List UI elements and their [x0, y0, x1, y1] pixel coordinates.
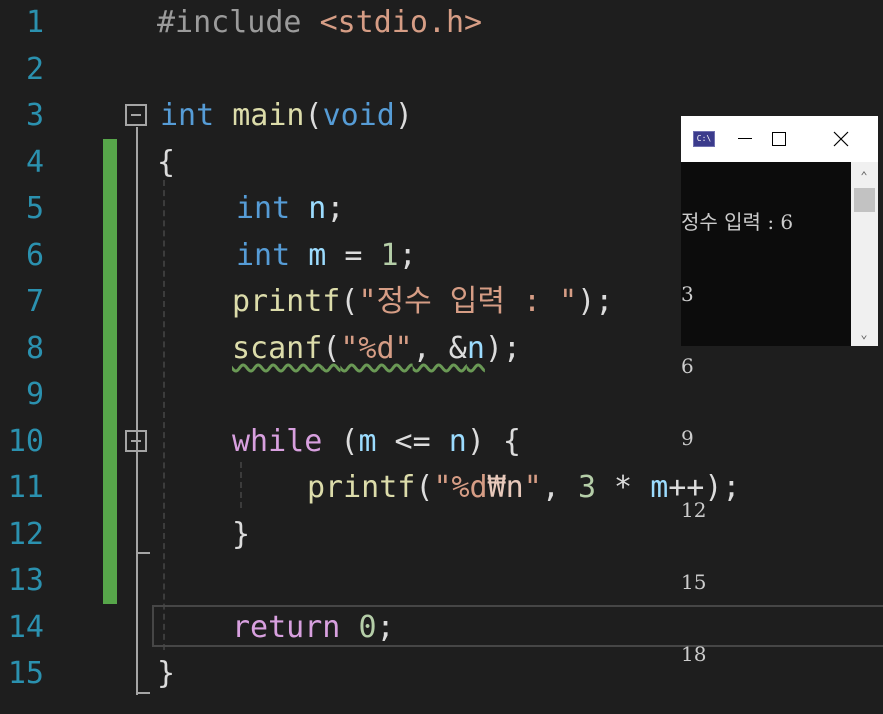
number-literal: 1	[380, 237, 399, 273]
operator: =	[326, 237, 381, 273]
line-number: 3	[25, 98, 44, 133]
code-line-3[interactable]: int main(void)	[160, 93, 413, 140]
close-button[interactable]	[818, 116, 864, 162]
punctuation: , &	[412, 330, 467, 366]
indent-guide	[240, 462, 242, 508]
console-scrollbar[interactable]: ⌃ ⌄	[851, 162, 878, 346]
code-line-4[interactable]: {	[157, 140, 175, 187]
scroll-up-arrow-icon[interactable]: ⌃	[857, 170, 871, 182]
function-name: printf	[232, 284, 341, 319]
paren: );	[484, 330, 521, 366]
output-line: 12	[681, 498, 707, 522]
code-line-12[interactable]: }	[232, 512, 250, 559]
include-header: <stdio.h>	[319, 5, 483, 40]
number-literal: 3	[577, 470, 596, 505]
variable: m	[358, 423, 377, 459]
keyword: int	[236, 237, 291, 273]
paren: (	[304, 98, 323, 133]
semicolon: ;	[376, 609, 395, 645]
maximize-button[interactable]	[756, 116, 802, 162]
escape-sequence: ₩n	[487, 470, 524, 505]
line-number: 8	[25, 330, 44, 366]
minimize-icon	[738, 138, 752, 139]
number-literal: 0	[358, 609, 377, 645]
line-number: 1	[25, 5, 44, 40]
code-line-8[interactable]: scanf("%d", &n);	[232, 326, 521, 373]
console-app-icon: C:\	[693, 131, 715, 147]
variable: n	[466, 330, 485, 366]
paren: (	[322, 423, 359, 459]
console-titlebar[interactable]: C:\	[681, 116, 878, 162]
code-line-14[interactable]: return 0;	[232, 605, 395, 652]
punctuation: ,	[541, 470, 578, 505]
outline-end-tick	[136, 552, 150, 554]
output-line: 15	[681, 570, 707, 594]
console-window[interactable]: C:\ 정수 입력 : 6 3 6 9 12 15 18 ⌃ ⌄	[681, 116, 878, 666]
line-number: 13	[7, 563, 44, 598]
line-number: 14	[7, 609, 44, 645]
variable: m	[308, 237, 327, 273]
keyword: void	[322, 98, 395, 133]
operator: *	[596, 470, 651, 505]
string-literal: "	[523, 470, 542, 505]
paren: (	[340, 284, 359, 319]
code-line-5[interactable]: int n;	[236, 186, 344, 233]
line-number: 10	[7, 423, 44, 459]
change-indicator-bar	[103, 139, 117, 604]
line-number: 5	[25, 191, 44, 226]
output-line: 3	[681, 282, 694, 306]
code-line-7[interactable]: printf("정수 입력 : ");	[232, 279, 613, 326]
function-name: main	[232, 98, 305, 133]
output-line: 18	[681, 642, 707, 666]
output-line: 9	[681, 426, 694, 450]
console-output: 정수 입력 : 6 3 6 9 12 15 18	[681, 162, 851, 714]
semicolon: ;	[326, 191, 345, 226]
paren: );	[577, 284, 614, 319]
output-line: 6	[681, 354, 694, 378]
paren: (	[322, 330, 341, 366]
keyword: int	[236, 191, 291, 226]
line-number: 9	[25, 377, 44, 412]
function-name: scanf	[232, 330, 323, 366]
preprocessor-directive: #include	[157, 5, 302, 40]
warning-squiggle[interactable]: scanf("%d", &n	[232, 331, 485, 366]
output-line: 정수 입력 : 6	[681, 210, 794, 234]
variable: n	[448, 423, 467, 459]
string-literal: "정수 입력 : "	[358, 284, 578, 319]
line-number: 7	[25, 284, 44, 319]
line-number: 6	[25, 237, 44, 273]
keyword: int	[160, 98, 215, 133]
variable: n	[308, 191, 327, 226]
line-number: 2	[25, 51, 44, 87]
paren: )	[394, 98, 413, 133]
semicolon: ;	[398, 237, 417, 273]
code-line-6[interactable]: int m = 1;	[236, 233, 417, 280]
scrollbar-thumb[interactable]	[854, 188, 875, 212]
code-line-1[interactable]: #include <stdio.h>	[157, 0, 482, 47]
operator: <=	[376, 423, 449, 459]
scroll-down-arrow-icon[interactable]: ⌄	[857, 328, 871, 340]
line-number: 4	[25, 144, 44, 180]
outline-line	[136, 127, 138, 695]
string-literal: "%d"	[340, 330, 413, 366]
line-number: 12	[7, 516, 44, 552]
code-line-10[interactable]: while (m <= n) {	[232, 419, 521, 466]
line-number: 15	[7, 656, 44, 691]
paren: ) {	[466, 423, 521, 459]
code-line-11[interactable]: printf("%d₩n", 3 * m++);	[307, 465, 741, 512]
paren: (	[415, 470, 434, 505]
close-icon	[833, 131, 849, 147]
line-number: 11	[7, 470, 44, 505]
variable: m	[650, 470, 669, 505]
code-line-15[interactable]: }	[157, 651, 175, 698]
collapse-main-icon[interactable]	[125, 104, 147, 126]
outline-end-tick	[136, 692, 150, 694]
maximize-icon	[772, 132, 786, 146]
indent-guide	[163, 180, 165, 650]
function-name: printf	[307, 470, 416, 505]
control-keyword: return	[232, 609, 341, 645]
string-literal: "%d	[433, 470, 488, 505]
control-keyword: while	[232, 423, 323, 459]
